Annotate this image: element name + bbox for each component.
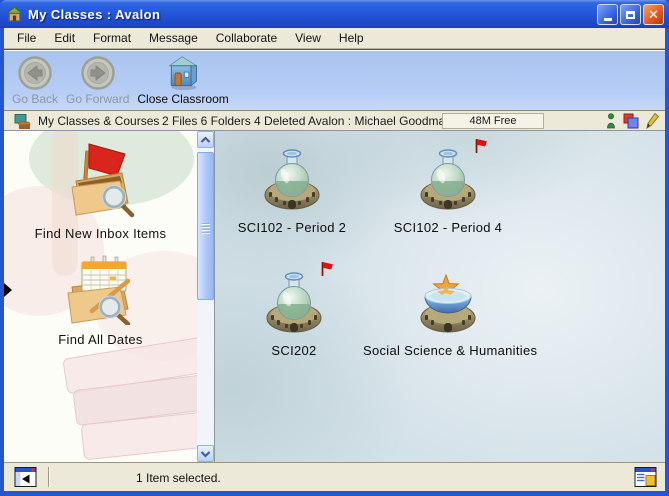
class-item-label: SCI102 - Period 2 xyxy=(207,220,377,235)
class-item-label: SCI102 - Period 4 xyxy=(363,220,533,235)
find-sidebar: Find New Inbox Items xyxy=(4,131,197,462)
app-window: My Classes : Avalon ✕ File Edit Format M… xyxy=(0,0,669,496)
window-title: My Classes : Avalon xyxy=(28,7,160,22)
menu-collaborate[interactable]: Collaborate xyxy=(207,29,286,47)
breadcrumb: My Classes & Courses xyxy=(38,114,159,128)
toggle-right-panel-icon[interactable] xyxy=(634,467,657,487)
classroom-canvas[interactable]: SCI102 - Period 2 xyxy=(214,131,665,462)
free-space-indicator: 48M Free xyxy=(442,113,544,129)
scroll-down-button[interactable] xyxy=(197,445,214,462)
flag-folder-search-icon xyxy=(63,139,139,219)
close-classroom-label-spacer: Go Forward xyxy=(66,92,129,106)
info-bar: My Classes & Courses 2 Files 6 Folders 4… xyxy=(4,110,665,131)
find-all-dates[interactable]: Find All Dates xyxy=(4,253,197,347)
go-back-label: Go Back xyxy=(12,92,58,106)
calendar-folder-search-icon xyxy=(61,253,141,325)
toggle-left-panel-icon[interactable] xyxy=(14,467,37,487)
toolbar: Go Back Go Forward Close Classroom xyxy=(4,50,665,110)
minimize-button[interactable] xyxy=(597,4,618,25)
folder-stats: 2 Files 6 Folders 4 Deleted xyxy=(162,114,305,128)
flask-classroom-icon xyxy=(416,146,480,212)
chevron-down-icon xyxy=(200,450,211,458)
sidebar-collapse-handle[interactable] xyxy=(4,283,12,297)
person-icon[interactable] xyxy=(606,113,616,129)
chevron-up-icon xyxy=(200,136,211,144)
menu-message[interactable]: Message xyxy=(140,29,207,47)
go-forward-button[interactable]: Go Forward xyxy=(62,54,133,107)
title-bar[interactable]: My Classes : Avalon ✕ xyxy=(0,0,669,28)
back-arrow-icon xyxy=(17,55,53,91)
status-bar: 1 Item selected. xyxy=(4,462,665,491)
close-classroom-button[interactable]: Close Classroom xyxy=(133,54,232,107)
menu-view[interactable]: View xyxy=(286,29,330,47)
flask-classroom-icon xyxy=(262,269,326,335)
class-item-sci102-period4[interactable]: SCI102 - Period 4 xyxy=(363,146,533,235)
account-info: Avalon : Michael Goodman xyxy=(308,114,452,128)
menu-help[interactable]: Help xyxy=(330,29,373,47)
menu-file[interactable]: File xyxy=(8,29,45,47)
app-icon xyxy=(6,6,23,23)
status-separator xyxy=(48,467,50,487)
layers-icon[interactable] xyxy=(623,113,639,129)
close-classroom-label: Close Classroom xyxy=(137,92,228,106)
maximize-button[interactable] xyxy=(620,4,641,25)
new-items-flag-icon xyxy=(474,138,488,154)
go-back-button[interactable]: Go Back xyxy=(8,54,62,107)
class-item-sci102-period2[interactable]: SCI102 - Period 2 xyxy=(207,146,377,235)
find-new-inbox-items[interactable]: Find New Inbox Items xyxy=(4,139,197,241)
find-new-inbox-items-label: Find New Inbox Items xyxy=(4,226,197,241)
schoolhouse-icon xyxy=(165,55,201,91)
menu-bar: File Edit Format Message Collaborate Vie… xyxy=(4,28,665,49)
bowl-starfish-classroom-icon xyxy=(416,269,480,335)
class-item-label: SCI202 xyxy=(209,343,379,358)
class-item-social-science[interactable]: Social Science & Humanities xyxy=(363,269,533,358)
flask-classroom-icon xyxy=(260,146,324,212)
find-all-dates-label: Find All Dates xyxy=(4,332,197,347)
forward-arrow-icon xyxy=(80,55,116,91)
pencil-icon[interactable] xyxy=(646,113,659,129)
selection-status: 1 Item selected. xyxy=(136,471,221,485)
classroom-desk-icon xyxy=(14,113,31,130)
close-button[interactable]: ✕ xyxy=(643,4,664,25)
menu-format[interactable]: Format xyxy=(84,29,140,47)
menu-edit[interactable]: Edit xyxy=(45,29,84,47)
class-item-sci202[interactable]: SCI202 xyxy=(209,269,379,358)
new-items-flag-icon xyxy=(320,261,334,277)
class-item-label: Social Science & Humanities xyxy=(363,343,533,358)
